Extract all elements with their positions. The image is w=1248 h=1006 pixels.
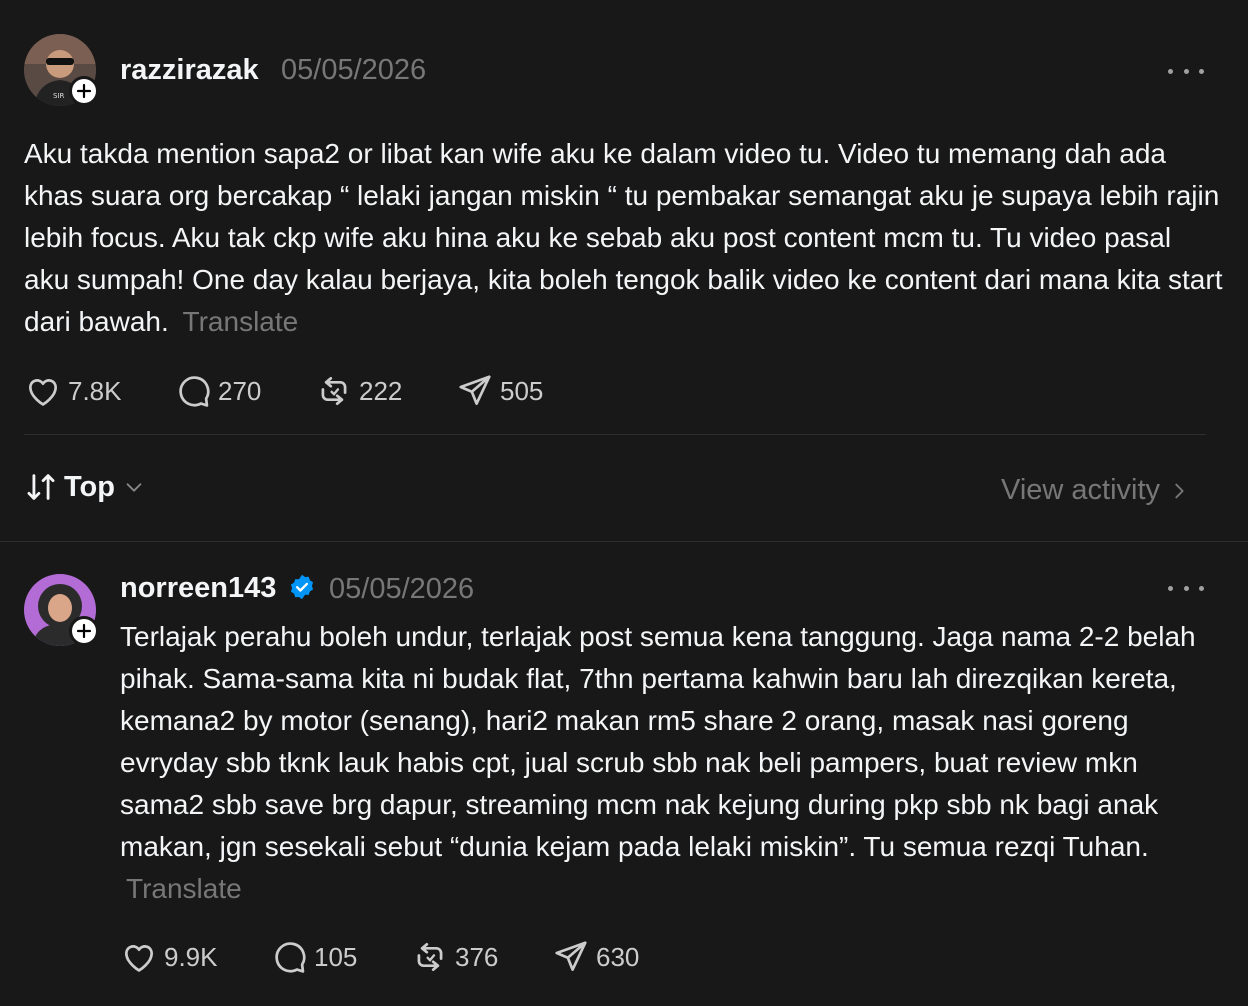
plus-icon [76,623,92,639]
post-username[interactable]: razzirazak [120,54,259,87]
post-text-container: Aku takda mention sapa2 or libat kan wif… [24,133,1224,343]
sort-icon [27,474,55,500]
share-icon [555,941,587,972]
reply-text-container: Terlajak perahu boleh undur, terlajak po… [120,616,1208,910]
repost-count: 222 [359,375,403,406]
view-activity-label: View activity [1001,474,1161,506]
repost-count: 376 [455,941,499,972]
verified-icon [291,575,314,600]
repost-icon [417,942,443,972]
heart-icon [28,379,58,406]
post-actions: 7.8K 270 222 505 [24,372,576,410]
svg-text:SIR: SIR [53,92,65,100]
more-icon[interactable] [1168,578,1204,598]
chevron-down-icon [126,483,142,492]
comment-count: 270 [218,375,262,406]
sort-label: Top [64,470,115,503]
repost-button[interactable]: 222 [315,372,456,410]
post-date: 05/05/2026 [281,54,427,86]
plus-icon [76,83,92,99]
sort-dropdown[interactable]: Top [24,470,145,504]
chevron-right-icon [1175,483,1184,498]
share-count: 630 [596,941,640,972]
reply-post: norreen143 05/05/2026 Terlajak perahu bo… [0,542,1248,1006]
like-button[interactable]: 7.8K [24,372,174,410]
share-count: 505 [500,375,544,406]
reply-date: 05/05/2026 [329,573,475,605]
comment-icon [275,942,306,973]
reply-text: Terlajak perahu boleh undur, terlajak po… [120,621,1196,862]
reply-username-text: norreen143 [120,572,277,604]
main-post: SIR razzirazak 05/05/2026 Aku takda ment… [0,0,1248,435]
repost-button[interactable]: 376 [411,938,552,976]
share-icon [459,375,491,406]
post-divider [24,434,1206,435]
comment-button[interactable]: 270 [174,372,315,410]
translate-link[interactable]: Translate [126,873,242,904]
share-button[interactable]: 630 [552,938,672,976]
follow-button[interactable] [69,616,99,646]
comment-icon [179,376,210,407]
repost-icon [321,376,347,406]
like-count: 9.9K [164,941,218,972]
like-count: 7.8K [68,375,122,406]
translate-link[interactable]: Translate [183,306,299,337]
follow-button[interactable] [69,76,99,106]
reply-actions: 9.9K 105 376 630 [120,938,672,976]
comment-count: 105 [314,941,358,972]
heart-icon [124,945,154,972]
comment-button[interactable]: 105 [270,938,411,976]
view-activity-link[interactable]: View activity [1001,474,1190,507]
reply-username[interactable]: norreen143 [120,572,316,605]
share-button[interactable]: 505 [456,372,576,410]
like-button[interactable]: 9.9K [120,938,270,976]
more-icon[interactable] [1168,61,1204,81]
